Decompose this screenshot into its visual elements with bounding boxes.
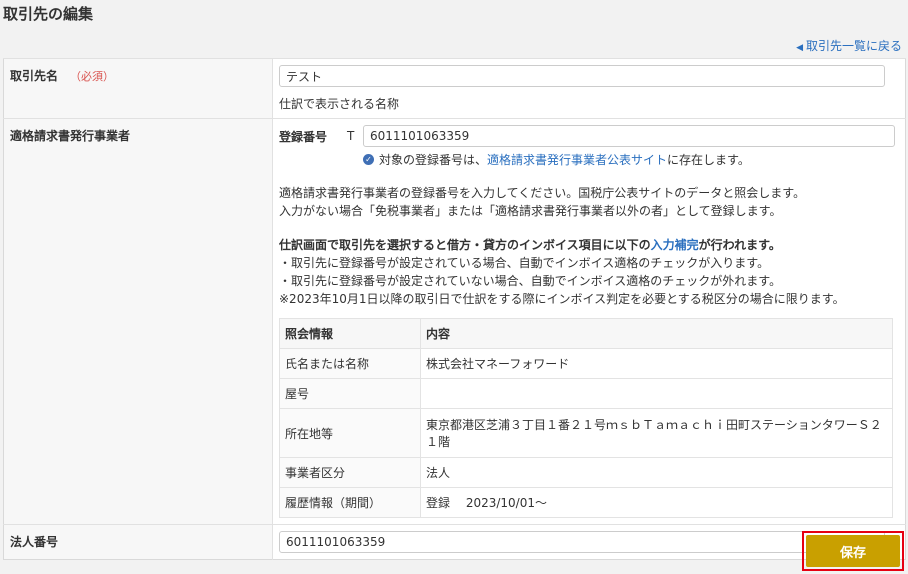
back-to-list-link[interactable]: ◀ 取引先一覧に戻る <box>796 37 902 54</box>
note-heading: 仕訳画面で取引先を選択すると借方・貸方のインボイス項目に以下の入力補完が行われま… <box>279 236 895 254</box>
row-name: 取引先名 （必須） 仕訳で表示される名称 <box>3 58 906 119</box>
lookup-key: 事業者区分 <box>279 457 421 488</box>
info-line-2: 入力がない場合「免税事業者」または「適格請求書発行事業者以外の者」として登録しま… <box>279 204 782 218</box>
table-row: 屋号 <box>279 378 893 409</box>
lookup-value: 東京都港区芝浦３丁目１番２１号ｍｓｂＴａｍａｃｈｉ田町ステーションタワーＳ２１階 <box>420 408 893 458</box>
invoice-value-cell: 登録番号 T ✓ 対象の登録番号は、適格請求書発行事業者公表サイトに存在します。… <box>272 118 906 525</box>
verification-status: ✓ 対象の登録番号は、 適格請求書発行事業者公表サイト に存在します。 <box>363 151 895 168</box>
lookup-value: 法人 <box>420 457 893 488</box>
registration-number-input[interactable] <box>363 125 895 147</box>
info-line-1: 適格請求書発行事業者の登録番号を入力してください。国税庁公表サイトのデータと照会… <box>279 186 806 200</box>
publication-site-link[interactable]: 適格請求書発行事業者公表サイト <box>487 151 667 168</box>
back-link-label: 取引先一覧に戻る <box>805 39 902 53</box>
lookup-value: 株式会社マネーフォワード <box>420 348 893 379</box>
name-value-cell: 仕訳で表示される名称 <box>272 58 906 119</box>
check-text-after: に存在します。 <box>667 153 750 167</box>
autocomplete-link[interactable]: 入力補完 <box>651 238 699 252</box>
lookup-key: 所在地等 <box>279 408 421 458</box>
note-heading-before: 仕訳画面で取引先を選択すると借方・貸方のインボイス項目に以下の <box>279 238 651 252</box>
registration-label: 登録番号 <box>279 129 328 144</box>
autocomplete-note: 仕訳画面で取引先を選択すると借方・貸方のインボイス項目に以下の入力補完が行われま… <box>279 236 895 308</box>
name-label: 取引先名 <box>10 69 59 83</box>
edit-form: 取引先名 （必須） 仕訳で表示される名称 適格請求書発行事業者 登録番号 T ✓ … <box>3 58 906 560</box>
invoice-label: 適格請求書発行事業者 <box>10 129 131 143</box>
check-text-before: 対象の登録番号は、 <box>379 153 488 167</box>
check-circle-icon: ✓ <box>363 154 374 165</box>
note-line-1: ・取引先に登録番号が設定されている場合、自動でインボイス適格のチェックが入ります… <box>279 256 770 270</box>
row-corporate-number: 法人番号 <box>3 524 906 560</box>
name-input[interactable] <box>279 65 885 87</box>
lookup-value <box>420 378 893 409</box>
registration-row: 登録番号 T <box>279 125 895 147</box>
name-hint: 仕訳で表示される名称 <box>279 97 400 111</box>
name-label-cell: 取引先名 （必須） <box>3 58 273 119</box>
save-button[interactable]: 保存 <box>806 535 900 567</box>
corporate-number-input[interactable] <box>279 531 885 553</box>
lookup-value: 登録 2023/10/01～ <box>420 487 893 518</box>
corp-label-cell: 法人番号 <box>3 524 273 560</box>
save-button-highlight: 保存 <box>802 531 904 571</box>
lookup-info-table: 照会情報 内容 氏名または名称 株式会社マネーフォワード 屋号 所在地等 東京都… <box>279 318 893 518</box>
chevron-left-icon: ◀ <box>796 43 803 53</box>
required-badge: （必須） <box>70 70 115 83</box>
lookup-header-row: 照会情報 内容 <box>279 318 893 349</box>
lookup-key: 氏名または名称 <box>279 348 421 379</box>
table-row: 履歴情報（期間） 登録 2023/10/01～ <box>279 487 893 518</box>
page-title: 取引先の編集 <box>3 5 94 23</box>
lookup-header-content: 内容 <box>420 318 893 349</box>
table-row: 事業者区分 法人 <box>279 457 893 488</box>
table-row: 所在地等 東京都港区芝浦３丁目１番２１号ｍｓｂＴａｍａｃｈｉ田町ステーションタワ… <box>279 408 893 458</box>
row-invoice: 適格請求書発行事業者 登録番号 T ✓ 対象の登録番号は、適格請求書発行事業者公… <box>3 118 906 525</box>
invoice-label-cell: 適格請求書発行事業者 <box>3 118 273 525</box>
registration-prefix: T <box>347 129 355 143</box>
note-heading-after: が行われます。 <box>698 238 781 252</box>
corp-label: 法人番号 <box>10 535 59 549</box>
invoice-info: 適格請求書発行事業者の登録番号を入力してください。国税庁公表サイトのデータと照会… <box>279 184 895 220</box>
table-row: 氏名または名称 株式会社マネーフォワード <box>279 348 893 379</box>
note-line-3: ※2023年10月1日以降の取引日で仕訳をする際にインボイス判定を必要とする税区… <box>279 292 845 306</box>
note-line-2: ・取引先に登録番号が設定されていない場合、自動でインボイス適格のチェックが外れま… <box>279 274 782 288</box>
lookup-key: 履歴情報（期間） <box>279 487 421 518</box>
lookup-key: 屋号 <box>279 378 421 409</box>
lookup-header-item: 照会情報 <box>279 318 421 349</box>
